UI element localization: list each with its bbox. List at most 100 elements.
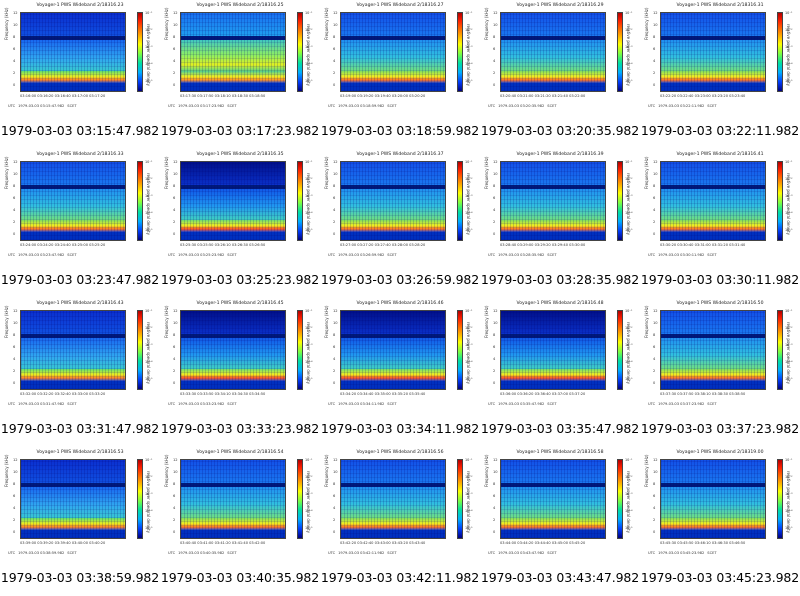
colorbar [777, 459, 783, 539]
colorbar [617, 459, 623, 539]
spectrogram-thumbnail[interactable]: Voyager-1 PWS Wideband 2/18316.41 Frequen… [640, 149, 800, 269]
y-tick-label: 10 [13, 470, 18, 474]
spectrogram-thumbnail[interactable]: Voyager-1 PWS Wideband 2/18316.33 Frequen… [0, 149, 160, 269]
spectrogram-thumbnail[interactable]: Voyager-1 PWS Wideband 2/18316.37 Frequen… [320, 149, 480, 269]
y-tick-label: 2 [493, 369, 496, 373]
plot-title: Voyager-1 PWS Wideband 2/18316.31 [676, 3, 764, 8]
utc-label: UTC [8, 104, 16, 108]
spectrogram-thumbnail[interactable]: Voyager-1 PWS Wideband 2/18316.43 Frequen… [0, 298, 160, 418]
y-tick-label: 8 [333, 35, 336, 39]
y-tick-label: 12 [13, 160, 18, 164]
y-tick-label: 8 [653, 184, 656, 188]
y-tick-label: 2 [493, 71, 496, 75]
y-tick-label: 2 [173, 220, 176, 224]
colorbar [457, 161, 463, 241]
colorbar-label: relative power spectral density [466, 322, 471, 384]
spectrogram-thumbnail[interactable]: Voyager-1 PWS Wideband 2/18316.25 Frequen… [160, 0, 320, 120]
thumbnail-caption: 1979-03-03 03:34:11.982 [320, 421, 480, 436]
y-tick-label: 6 [173, 47, 176, 51]
spectrogram-thumbnail[interactable]: Voyager-1 PWS Wideband 2/18316.27 Frequen… [320, 0, 480, 120]
y-tick-label: 8 [13, 35, 16, 39]
y-tick-label: 4 [173, 208, 176, 212]
y-tick-label: 2 [13, 220, 16, 224]
colorbar-tick-label: 10⁻¹ [145, 160, 153, 164]
utc-label: UTC [648, 104, 656, 108]
spectrogram-plot [20, 459, 126, 539]
y-axis-label: Frequency (kHz) [644, 7, 649, 40]
spectrogram-thumbnail[interactable]: Voyager-1 PWS Wideband 2/18316.35 Frequen… [160, 149, 320, 269]
y-tick-label: 4 [653, 506, 656, 510]
scet-label: SCET [387, 253, 397, 257]
thumbnail-caption: 1979-03-03 03:26:59.982 [320, 272, 480, 287]
spectrogram-thumbnail[interactable]: Voyager-1 PWS Wideband 2/18316.48 Frequen… [480, 298, 640, 418]
thumbnail-caption: 1979-03-03 03:22:11.982 [640, 123, 800, 138]
spectrogram-thumbnail[interactable]: Voyager-1 PWS Wideband 2/18316.58 Frequen… [480, 447, 640, 567]
spectrogram-thumbnail[interactable]: Voyager-1 PWS Wideband 2/18316.54 Frequen… [160, 447, 320, 567]
colorbar [457, 12, 463, 92]
x-tick-labels: 03:44:00 03:44:20 03:44:40 03:45:00 03:4… [500, 541, 586, 545]
y-tick-label: 4 [653, 59, 656, 63]
thumbnail-grid: Voyager-1 PWS Wideband 2/18316.23 Frequen… [0, 0, 800, 596]
y-tick-label: 8 [493, 184, 496, 188]
y-tick-label: 12 [493, 11, 498, 15]
thumbnail-caption: 1979-03-03 03:38:59.982 [0, 570, 160, 585]
colorbar-tick-label: 10⁻¹ [785, 458, 793, 462]
spectrogram-thumbnail[interactable]: Voyager-1 PWS Wideband 2/18316.23 Frequen… [0, 0, 160, 120]
colorbar-tick-label: 10⁻¹ [465, 11, 473, 15]
y-tick-label: 8 [333, 333, 336, 337]
spectrogram-thumbnail[interactable]: Voyager-1 PWS Wideband 2/18316.50 Frequen… [640, 298, 800, 418]
thumbnail-caption: 1979-03-03 03:31:47.982 [0, 421, 160, 436]
spectrogram-thumbnail[interactable]: Voyager-1 PWS Wideband 2/18316.45 Frequen… [160, 298, 320, 418]
scet-utc-line: UTC 1979-03-03 03:40:35.982 SCET [168, 551, 237, 555]
spectrogram-noise [661, 460, 765, 538]
scet-utc-line: UTC 1979-03-03 03:33:23.982 SCET [168, 402, 237, 406]
y-tick-label: 6 [653, 196, 656, 200]
y-tick-label: 0 [13, 232, 16, 236]
utc-caption: 1979-03-03 03:33:23.982 [178, 402, 225, 406]
spectrogram-noise [21, 13, 125, 91]
colorbar-label: relative power spectral density [786, 24, 791, 86]
y-tick-label: 10 [493, 470, 498, 474]
y-tick-label: 2 [13, 71, 16, 75]
y-tick-label: 8 [13, 482, 16, 486]
spectrogram-thumbnail[interactable]: Voyager-1 PWS Wideband 2/18316.31 Frequen… [640, 0, 800, 120]
y-tick-label: 12 [13, 309, 18, 313]
thumbnail-cell: Voyager-1 PWS Wideband 2/18316.54 Frequen… [160, 447, 320, 596]
colorbar-label: relative power spectral density [626, 24, 631, 86]
colorbar-tick-label: 10⁻¹ [625, 11, 633, 15]
y-axis-label: Frequency (kHz) [484, 156, 489, 189]
y-tick-label: 0 [333, 530, 336, 534]
spectrogram-thumbnail[interactable]: Voyager-1 PWS Wideband 2/18316.46 Frequen… [320, 298, 480, 418]
x-tick-labels: 03:37:30 03:37:50 03:38:10 03:38:30 03:3… [660, 392, 746, 396]
y-tick-label: 6 [333, 196, 336, 200]
spectrogram-thumbnail[interactable]: Voyager-1 PWS Wideband 2/18316.29 Frequen… [480, 0, 640, 120]
utc-label: UTC [8, 402, 16, 406]
y-tick-label: 4 [493, 59, 496, 63]
y-tick-label: 4 [333, 506, 336, 510]
spectrogram-thumbnail[interactable]: Voyager-1 PWS Wideband 2/18316.56 Frequen… [320, 447, 480, 567]
y-tick-label: 12 [653, 309, 658, 313]
y-tick-label: 2 [13, 369, 16, 373]
y-tick-label: 6 [173, 345, 176, 349]
y-tick-label: 8 [333, 184, 336, 188]
utc-label: UTC [648, 402, 656, 406]
spectrogram-plot [660, 310, 766, 390]
spectrogram-thumbnail[interactable]: Voyager-1 PWS Wideband 2/18319.00 Frequen… [640, 447, 800, 567]
colorbar-tick-label: 10⁻¹ [305, 309, 313, 313]
y-tick-label: 8 [653, 333, 656, 337]
spectrogram-thumbnail[interactable]: Voyager-1 PWS Wideband 2/18316.53 Frequen… [0, 447, 160, 567]
y-tick-label: 12 [333, 11, 338, 15]
utc-caption: 1979-03-03 03:15:47.982 [18, 104, 65, 108]
thumbnail-cell: Voyager-1 PWS Wideband 2/18316.50 Frequen… [640, 298, 800, 447]
spectrogram-noise [181, 162, 285, 240]
y-tick-label: 12 [653, 160, 658, 164]
y-tick-label: 2 [493, 220, 496, 224]
x-tick-labels: 03:20:40 03:21:00 03:21:20 03:21:40 03:2… [500, 94, 586, 98]
y-tick-label: 8 [173, 482, 176, 486]
thumbnail-cell: Voyager-1 PWS Wideband 2/18316.33 Frequen… [0, 149, 160, 298]
thumbnail-cell: Voyager-1 PWS Wideband 2/18319.00 Frequen… [640, 447, 800, 596]
colorbar-label: relative power spectral density [466, 173, 471, 235]
spectrogram-thumbnail[interactable]: Voyager-1 PWS Wideband 2/18316.39 Frequen… [480, 149, 640, 269]
colorbar [777, 161, 783, 241]
y-tick-label: 0 [173, 232, 176, 236]
